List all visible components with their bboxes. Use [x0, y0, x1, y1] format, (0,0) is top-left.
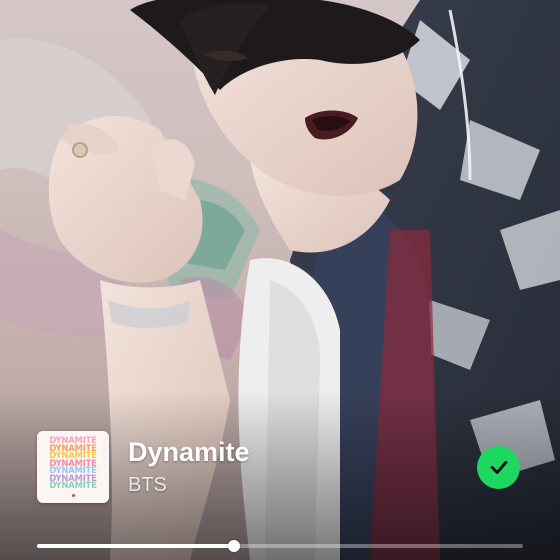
now-playing-bar[interactable]: DYNAMITE DYNAMITE DYNAMITE DYNAMITE DYNA… — [37, 431, 524, 503]
playback-progress-bar[interactable] — [37, 540, 523, 552]
now-playing-screen: DYNAMITE DYNAMITE DYNAMITE DYNAMITE DYNA… — [0, 0, 560, 560]
progress-fill — [37, 544, 234, 548]
album-art-thumbnail[interactable]: DYNAMITE DYNAMITE DYNAMITE DYNAMITE DYNA… — [37, 431, 109, 503]
check-circle-icon[interactable] — [477, 445, 520, 489]
track-info[interactable]: Dynamite BTS — [128, 436, 477, 498]
track-title[interactable]: Dynamite — [128, 436, 477, 468]
progress-scrubber-handle[interactable] — [227, 540, 240, 552]
album-art-text: DYNAMITE — [49, 480, 97, 491]
track-artist[interactable]: BTS — [128, 472, 477, 498]
check-mark-icon — [490, 460, 507, 474]
album-art-dot — [71, 494, 75, 498]
